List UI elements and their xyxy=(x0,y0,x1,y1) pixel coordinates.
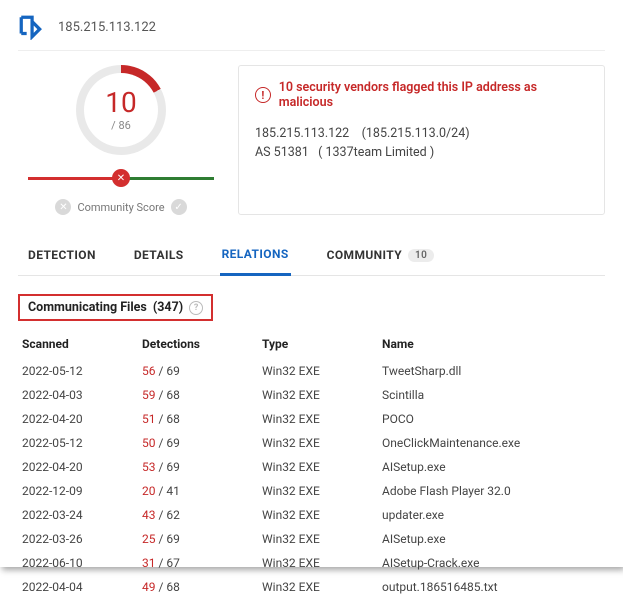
cell-type: Win32 EXE xyxy=(258,479,378,503)
community-score-line: ✕ Community Score ✓ xyxy=(28,199,214,215)
col-scanned[interactable]: Scanned xyxy=(18,331,138,359)
score-bar-negative xyxy=(28,177,121,180)
cell-name: POCO xyxy=(378,407,605,431)
downvote-chip-icon[interactable]: ✕ xyxy=(55,199,71,215)
gauge-inner: 10 / 86 xyxy=(84,73,158,147)
table-row[interactable]: 2022-05-1256 / 69Win32 EXETweetSharp.dll xyxy=(18,359,605,383)
cell-scanned: 2022-06-10 xyxy=(18,551,138,575)
as-number: AS 51381 xyxy=(255,145,309,160)
table-row[interactable]: 2022-04-0359 / 68Win32 EXEScintilla xyxy=(18,383,605,407)
page-title-ip: 185.215.113.122 xyxy=(58,20,156,35)
gauge-total-count: / 86 xyxy=(111,119,131,132)
cell-type: Win32 EXE xyxy=(258,407,378,431)
cell-type: Win32 EXE xyxy=(258,503,378,527)
cell-detections: 49 / 68 xyxy=(138,575,258,599)
section-communicating-files[interactable]: Communicating Files (347) ? xyxy=(18,294,213,321)
ip-cidr-line: 185.215.113.122 (185.215.113.0/24) xyxy=(255,126,588,141)
cell-detections: 25 / 69 xyxy=(138,527,258,551)
header-bar: 185.215.113.122 xyxy=(18,10,605,51)
cell-type: Win32 EXE xyxy=(258,359,378,383)
cell-scanned: 2022-04-04 xyxy=(18,575,138,599)
cell-scanned: 2022-04-20 xyxy=(18,455,138,479)
community-score-label: Community Score xyxy=(77,201,164,214)
brand-logo-icon[interactable] xyxy=(18,14,44,40)
cell-type: Win32 EXE xyxy=(258,455,378,479)
gauge-flagged-count: 10 xyxy=(105,89,136,117)
alert-text: 10 security vendors flagged this IP addr… xyxy=(279,80,588,110)
cell-detections: 59 / 68 xyxy=(138,383,258,407)
community-score-bar: ✕ xyxy=(28,169,214,187)
cell-name: TweetSharp.dll xyxy=(378,359,605,383)
cell-detections: 20 / 41 xyxy=(138,479,258,503)
table-row[interactable]: 2022-03-2443 / 62Win32 EXEupdater.exe xyxy=(18,503,605,527)
tab-relations[interactable]: RELATIONS xyxy=(220,237,291,276)
cell-detections: 31 / 67 xyxy=(138,551,258,575)
col-name[interactable]: Name xyxy=(378,331,605,359)
table-row[interactable]: 2022-05-1250 / 69Win32 EXEOneClickMainte… xyxy=(18,431,605,455)
tab-bar: DETECTION DETAILS RELATIONS COMMUNITY 10 xyxy=(18,237,605,276)
table-row[interactable]: 2022-06-1031 / 67Win32 EXEAISetup-Crack.… xyxy=(18,551,605,575)
score-bar-pin-icon: ✕ xyxy=(112,169,130,187)
score-bar-positive xyxy=(121,177,214,180)
as-line: AS 51381 ( 1337team Limited ) xyxy=(255,145,588,160)
score-panel: 10 / 86 ✕ ✕ Community Score ✓ xyxy=(18,65,214,215)
cell-type: Win32 EXE xyxy=(258,575,378,599)
as-org: ( 1337team Limited ) xyxy=(318,145,434,160)
section-title: Communicating Files xyxy=(28,300,147,315)
tab-community-label: COMMUNITY xyxy=(327,248,402,262)
app-window: 185.215.113.122 10 / 86 ✕ ✕ Community Sc… xyxy=(0,0,623,567)
cell-detections: 51 / 68 xyxy=(138,407,258,431)
table-row[interactable]: 2022-03-2625 / 69Win32 EXEAISetup.exe xyxy=(18,527,605,551)
col-type[interactable]: Type xyxy=(258,331,378,359)
help-icon[interactable]: ? xyxy=(189,301,203,315)
cell-scanned: 2022-05-12 xyxy=(18,359,138,383)
ip-value: 185.215.113.122 xyxy=(255,126,349,141)
cell-scanned: 2022-04-03 xyxy=(18,383,138,407)
cell-scanned: 2022-03-26 xyxy=(18,527,138,551)
cell-name: AISetup-Crack.exe xyxy=(378,551,605,575)
cell-detections: 53 / 69 xyxy=(138,455,258,479)
table-row[interactable]: 2022-04-2053 / 69Win32 EXEAISetup.exe xyxy=(18,455,605,479)
cell-scanned: 2022-12-09 xyxy=(18,479,138,503)
tab-details[interactable]: DETAILS xyxy=(132,238,186,274)
detection-gauge: 10 / 86 xyxy=(76,65,166,155)
table-row[interactable]: 2022-12-0920 / 41Win32 EXEAdobe Flash Pl… xyxy=(18,479,605,503)
cell-type: Win32 EXE xyxy=(258,383,378,407)
table-row[interactable]: 2022-04-0449 / 68Win32 EXEoutput.1865164… xyxy=(18,575,605,599)
cell-name: AISetup.exe xyxy=(378,455,605,479)
cell-type: Win32 EXE xyxy=(258,431,378,455)
cidr-value: (185.215.113.0/24) xyxy=(362,126,470,141)
tab-community-count: 10 xyxy=(408,249,434,262)
malicious-alert: ! 10 security vendors flagged this IP ad… xyxy=(255,80,588,110)
alert-icon: ! xyxy=(255,87,271,103)
upvote-chip-icon[interactable]: ✓ xyxy=(171,199,187,215)
summary-row: 10 / 86 ✕ ✕ Community Score ✓ ! 10 sec xyxy=(18,51,605,215)
cell-detections: 43 / 62 xyxy=(138,503,258,527)
cell-name: OneClickMaintenance.exe xyxy=(378,431,605,455)
cell-name: AISetup.exe xyxy=(378,527,605,551)
cell-detections: 56 / 69 xyxy=(138,359,258,383)
cell-name: output.186516485.txt xyxy=(378,575,605,599)
communicating-files-table: Scanned Detections Type Name 2022-05-125… xyxy=(18,331,605,599)
table-header-row: Scanned Detections Type Name xyxy=(18,331,605,359)
cell-type: Win32 EXE xyxy=(258,551,378,575)
cell-detections: 50 / 69 xyxy=(138,431,258,455)
section-count: (347) xyxy=(153,300,183,315)
cell-scanned: 2022-04-20 xyxy=(18,407,138,431)
cell-name: Adobe Flash Player 32.0 xyxy=(378,479,605,503)
tab-detection[interactable]: DETECTION xyxy=(26,238,98,274)
cell-scanned: 2022-03-24 xyxy=(18,503,138,527)
col-detections[interactable]: Detections xyxy=(138,331,258,359)
cell-name: Scintilla xyxy=(378,383,605,407)
cell-type: Win32 EXE xyxy=(258,527,378,551)
tab-community[interactable]: COMMUNITY 10 xyxy=(325,238,437,274)
cell-scanned: 2022-05-12 xyxy=(18,431,138,455)
table-row[interactable]: 2022-04-2051 / 68Win32 EXEPOCO xyxy=(18,407,605,431)
info-card: ! 10 security vendors flagged this IP ad… xyxy=(238,65,605,215)
cell-name: updater.exe xyxy=(378,503,605,527)
